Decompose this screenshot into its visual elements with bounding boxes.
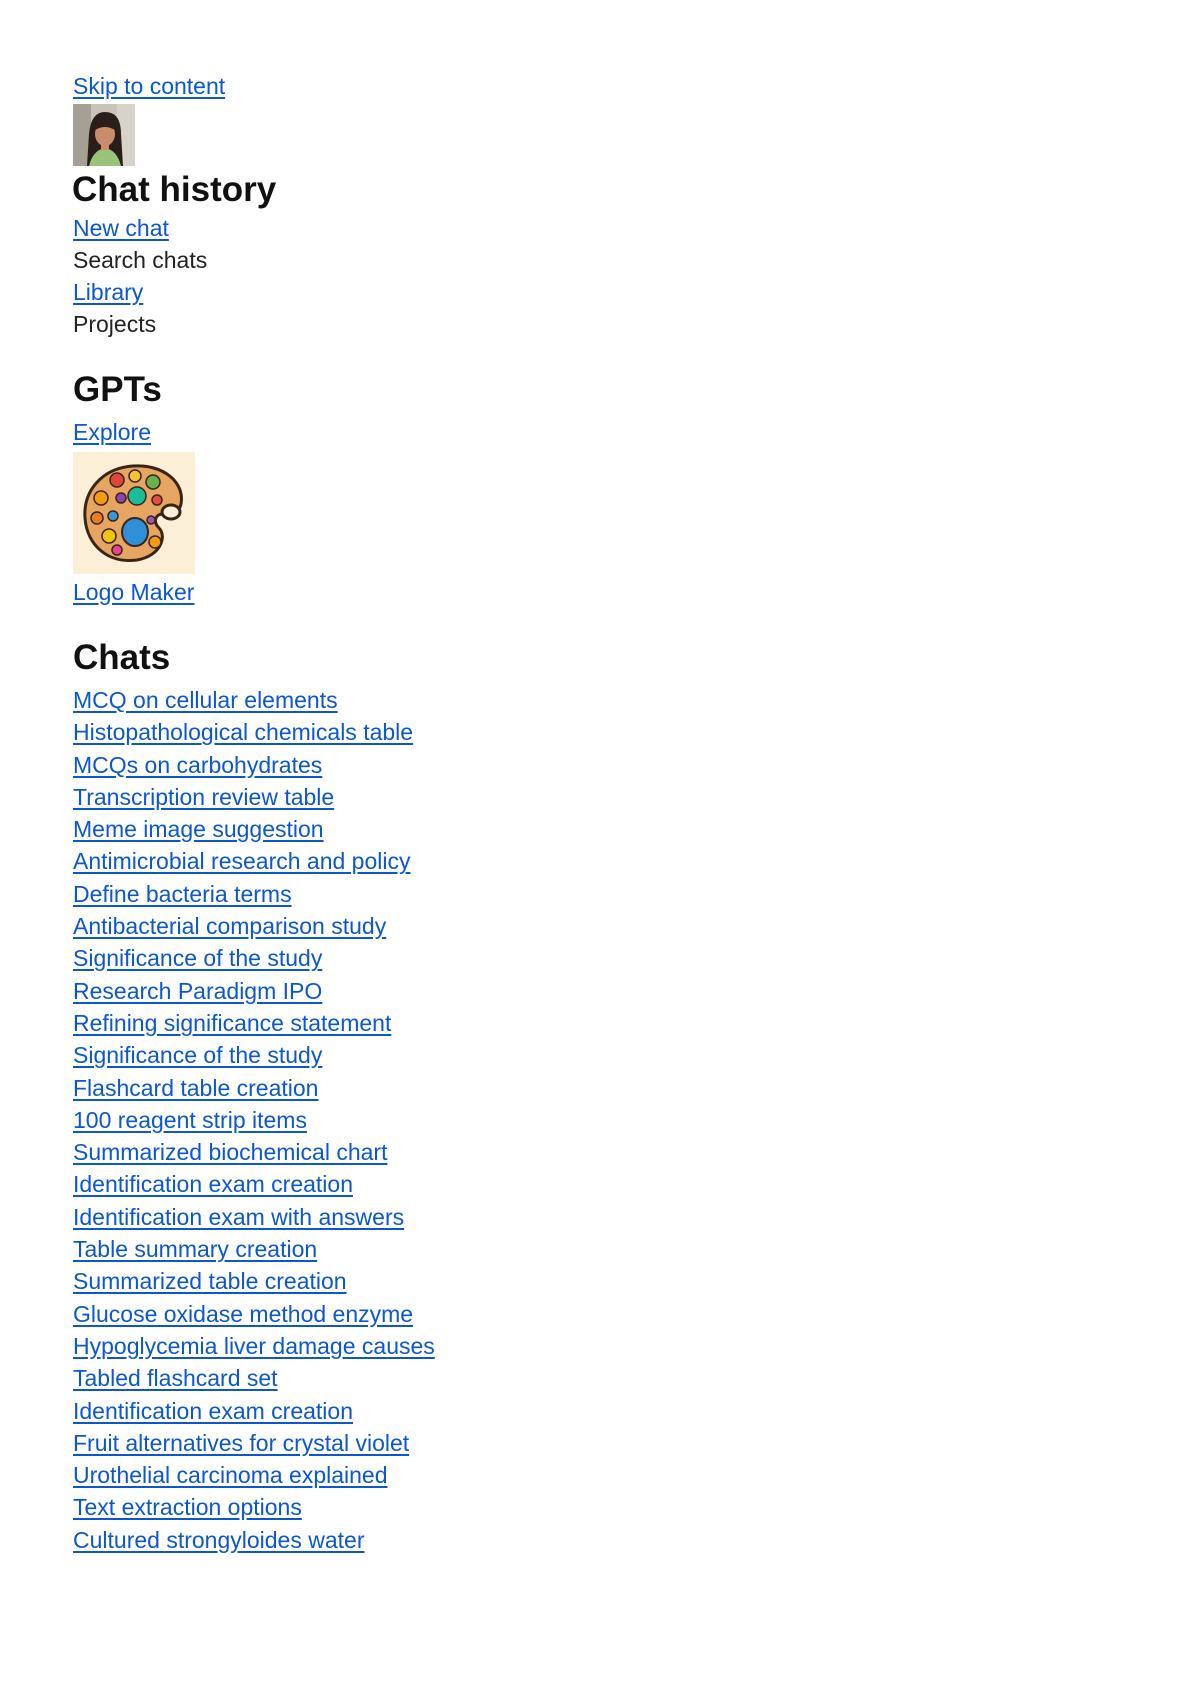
chat-list-item: Urothelial carcinoma explained: [73, 1459, 1073, 1491]
user-avatar[interactable]: [73, 104, 135, 166]
chat-list-item: Antimicrobial research and policy: [73, 845, 1073, 877]
chat-list-item: Refining significance statement: [73, 1007, 1073, 1039]
chat-link[interactable]: Summarized biochemical chart: [73, 1136, 387, 1168]
chat-link[interactable]: Flashcard table creation: [73, 1072, 318, 1104]
chat-link[interactable]: MCQ on cellular elements: [73, 684, 338, 716]
chat-history-heading: Chat history: [72, 170, 277, 209]
new-chat-link[interactable]: New chat: [73, 212, 169, 244]
chats-heading: Chats: [73, 638, 171, 677]
chat-list-item: MCQ on cellular elements: [73, 684, 1073, 716]
chat-link[interactable]: Histopathological chemicals table: [73, 716, 413, 748]
chat-link[interactable]: Significance of the study: [73, 942, 322, 974]
projects-item[interactable]: Projects: [73, 308, 1073, 340]
chat-link[interactable]: Summarized table creation: [73, 1265, 347, 1297]
chat-list-item: Summarized biochemical chart: [73, 1136, 1073, 1168]
chat-list-item: Histopathological chemicals table: [73, 716, 1073, 748]
chat-list-item: Summarized table creation: [73, 1265, 1073, 1297]
chat-list-item: Hypoglycemia liver damage causes: [73, 1330, 1073, 1362]
chat-list-item: Identification exam creation: [73, 1168, 1073, 1200]
chat-list-item: MCQs on carbohydrates: [73, 749, 1073, 781]
chat-list-item: Significance of the study: [73, 1039, 1073, 1071]
chat-list-item: Glucose oxidase method enzyme: [73, 1298, 1073, 1330]
chat-list-item: Cultured strongyloides water: [73, 1524, 1073, 1556]
chat-link[interactable]: Identification exam with answers: [73, 1201, 404, 1233]
chat-link[interactable]: Identification exam creation: [73, 1168, 353, 1200]
chat-link[interactable]: Identification exam creation: [73, 1395, 353, 1427]
chat-list-item: Identification exam with answers: [73, 1201, 1073, 1233]
chat-list-item: Significance of the study: [73, 942, 1073, 974]
chat-link[interactable]: 100 reagent strip items: [73, 1104, 307, 1136]
chat-list-item: Text extraction options: [73, 1491, 1073, 1523]
explore-gpts-link[interactable]: Explore: [73, 416, 151, 448]
chat-list: MCQ on cellular elements Histopathologic…: [73, 684, 1073, 1556]
page-content: Skip to content Chat history New chat Se…: [72, 70, 1073, 1556]
chat-list-item: Tabled flashcard set: [73, 1362, 1073, 1394]
chat-list-item: Flashcard table creation: [73, 1072, 1073, 1104]
search-chats-item[interactable]: Search chats: [73, 244, 1073, 276]
chat-link[interactable]: Text extraction options: [73, 1491, 302, 1523]
chat-link[interactable]: Transcription review table: [73, 781, 334, 813]
chat-list-item: Antibacterial comparison study: [73, 910, 1073, 942]
chat-list-item: Research Paradigm IPO: [73, 975, 1073, 1007]
chat-link[interactable]: Define bacteria terms: [73, 878, 292, 910]
chat-link[interactable]: Tabled flashcard set: [73, 1362, 278, 1394]
gpt-logo-maker-link[interactable]: Logo Maker: [73, 576, 194, 608]
chat-link[interactable]: Research Paradigm IPO: [73, 975, 322, 1007]
chat-link[interactable]: Meme image suggestion: [73, 813, 324, 845]
chat-link[interactable]: Antibacterial comparison study: [73, 910, 386, 942]
chat-link[interactable]: MCQs on carbohydrates: [73, 749, 322, 781]
chat-link[interactable]: Significance of the study: [73, 1039, 322, 1071]
chat-list-item: Table summary creation: [73, 1233, 1073, 1265]
chat-link[interactable]: Refining significance statement: [73, 1007, 391, 1039]
chat-list-item: Identification exam creation: [73, 1395, 1073, 1427]
chat-link[interactable]: Glucose oxidase method enzyme: [73, 1298, 413, 1330]
chat-link[interactable]: Hypoglycemia liver damage causes: [73, 1330, 435, 1362]
chat-list-item: Define bacteria terms: [73, 878, 1073, 910]
chat-list-item: Transcription review table: [73, 781, 1073, 813]
chat-list-item: 100 reagent strip items: [73, 1104, 1073, 1136]
chat-list-item: Meme image suggestion: [73, 813, 1073, 845]
chat-list-item: Fruit alternatives for crystal violet: [73, 1427, 1073, 1459]
library-link[interactable]: Library: [73, 276, 143, 308]
skip-to-content-link[interactable]: Skip to content: [73, 70, 225, 102]
palette-logo-icon[interactable]: [73, 452, 195, 574]
chat-link[interactable]: Antimicrobial research and policy: [73, 845, 411, 877]
chat-link[interactable]: Cultured strongyloides water: [73, 1524, 364, 1556]
chat-link[interactable]: Table summary creation: [73, 1233, 317, 1265]
chat-link[interactable]: Urothelial carcinoma explained: [73, 1459, 388, 1491]
gpts-heading: GPTs: [73, 370, 162, 409]
chat-link[interactable]: Fruit alternatives for crystal violet: [73, 1427, 409, 1459]
